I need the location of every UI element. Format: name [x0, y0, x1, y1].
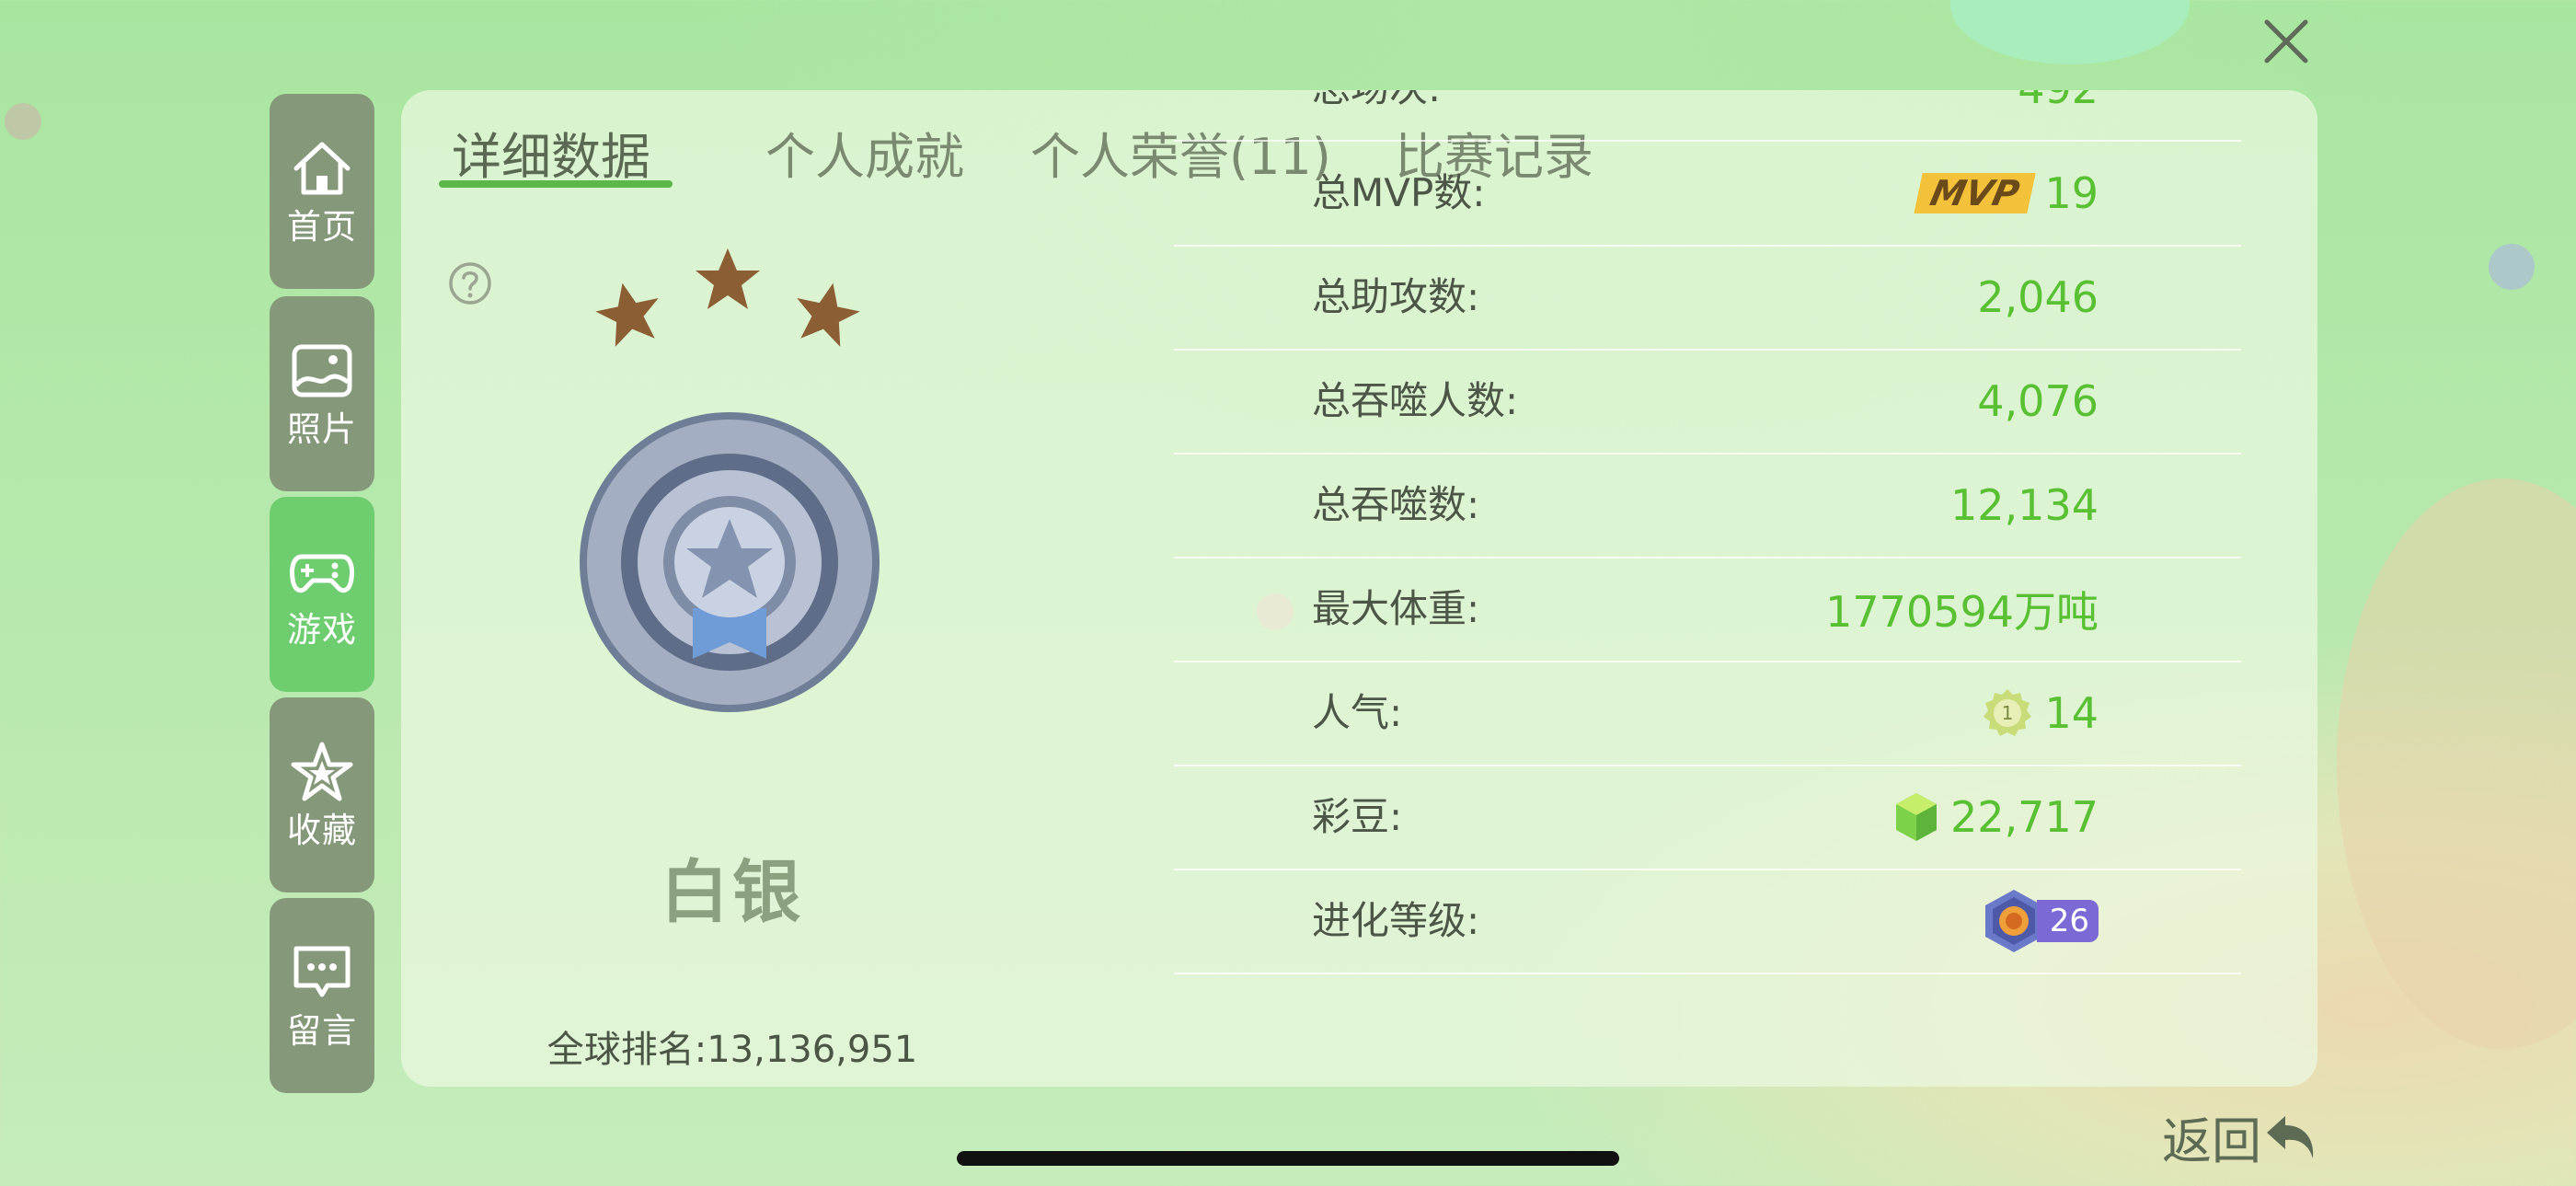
- stat-row-total-games: 总场次: 492: [1174, 90, 2241, 142]
- stat-label: 人气:: [1312, 690, 1403, 735]
- stat-row-assists: 总助攻数: 2,046: [1174, 246, 2241, 351]
- tab-achievements[interactable]: 个人成就: [765, 116, 964, 189]
- sidebar-item-label: 首页: [287, 207, 357, 247]
- gem-icon: [1896, 793, 1938, 841]
- evolution-level-value: 26: [2036, 900, 2099, 942]
- home-icon: [293, 142, 351, 195]
- stat-value-group: MVP 19: [1914, 142, 2099, 245]
- stat-label: 总场次:: [1312, 90, 1441, 140]
- main-panel: 详细数据 个人成就 个人荣誉(11) 比赛记录 白银 全球排名:13,136,9…: [401, 90, 2317, 1087]
- bg-blob: [1950, 0, 2190, 64]
- back-button[interactable]: 返回: [2162, 1100, 2320, 1173]
- stat-row-players-eaten: 总吞噬人数: 4,076: [1174, 350, 2241, 455]
- sidebar-item-favorites[interactable]: 收藏: [270, 697, 374, 892]
- rank-star-icon: [696, 248, 760, 309]
- question-icon: [449, 262, 491, 305]
- tab-details[interactable]: 详细数据: [452, 116, 650, 189]
- stat-value: 14: [2044, 688, 2099, 738]
- silver-rank-medal-icon: [580, 412, 880, 712]
- stat-row-mvp: 总MVP数: MVP 19: [1174, 142, 2241, 247]
- back-label: 返回: [2162, 1111, 2261, 1170]
- rank-name: 白银: [661, 853, 804, 932]
- stat-value: 22,717: [1950, 792, 2099, 842]
- svg-text:1: 1: [2002, 702, 2014, 724]
- bg-blob: [5, 103, 41, 140]
- sidebar-item-photo[interactable]: 照片: [270, 296, 374, 491]
- stat-label: 总吞噬数:: [1312, 482, 1480, 527]
- stat-label: 彩豆:: [1312, 794, 1403, 839]
- sidebar-item-label: 游戏: [287, 610, 357, 650]
- rank-star-icon: [797, 282, 860, 347]
- stat-row-evolution-level: 进化等级: 26: [1174, 869, 2241, 974]
- rank-star-icon: [595, 282, 659, 347]
- sidebar-item-label: 收藏: [287, 811, 357, 850]
- stat-value: 492: [2018, 90, 2099, 140]
- active-tab-indicator: [439, 180, 673, 188]
- stat-label: 进化等级:: [1312, 898, 1480, 943]
- stat-value-group: 1 14: [1982, 662, 2099, 765]
- stat-value-group: 26: [1982, 869, 2099, 973]
- bg-blob: [2337, 478, 2576, 1049]
- home-indicator[interactable]: [957, 1151, 1619, 1166]
- global-rank: 全球排名:13,136,951: [546, 1029, 918, 1071]
- close-button[interactable]: [2263, 18, 2309, 70]
- stats-list: 总场次: 492 总MVP数: MVP 19 总助攻数: 2,046 总吞噬人数…: [1174, 90, 2241, 1087]
- star-icon: [291, 742, 353, 801]
- stat-label: 总吞噬人数:: [1312, 378, 1519, 423]
- message-icon: [293, 946, 351, 997]
- sidebar-item-home[interactable]: 首页: [270, 94, 374, 289]
- close-icon: [2264, 19, 2308, 63]
- sidebar-item-label: 留言: [287, 1011, 357, 1051]
- stat-row-popularity: 人气: 1 14: [1174, 662, 2241, 766]
- stat-value: 1770594万吨: [1825, 587, 2099, 637]
- popularity-medal-icon: 1: [1984, 689, 2032, 736]
- evolution-level-badge: 26: [1982, 888, 2099, 954]
- stat-row-max-weight: 最大体重: 1770594万吨: [1174, 558, 2241, 662]
- stat-label: 总MVP数:: [1312, 170, 1486, 215]
- stat-label: 总助攻数:: [1312, 274, 1480, 319]
- sidebar-item-messages[interactable]: 留言: [270, 898, 374, 1093]
- sidebar-item-game[interactable]: 游戏: [270, 497, 374, 692]
- return-arrow-icon: [2267, 1116, 2314, 1158]
- stat-value: 2,046: [1977, 272, 2099, 322]
- stat-label: 最大体重:: [1312, 586, 1480, 631]
- stat-value: 19: [2044, 168, 2099, 218]
- stat-value: 12,134: [1950, 480, 2099, 530]
- stat-value: 4,076: [1977, 376, 2099, 426]
- gamepad-icon: [290, 554, 354, 593]
- help-button[interactable]: [447, 260, 493, 306]
- bg-blob: [2489, 244, 2535, 290]
- stat-row-total-eaten: 总吞噬数: 12,134: [1174, 454, 2241, 558]
- mvp-badge: MVP: [1914, 173, 2037, 213]
- stat-value-group: 22,717: [1893, 766, 2099, 869]
- photo-icon: [292, 344, 352, 397]
- stat-row-beans: 彩豆: 22,717: [1174, 766, 2241, 870]
- sidebar-item-label: 照片: [287, 409, 357, 449]
